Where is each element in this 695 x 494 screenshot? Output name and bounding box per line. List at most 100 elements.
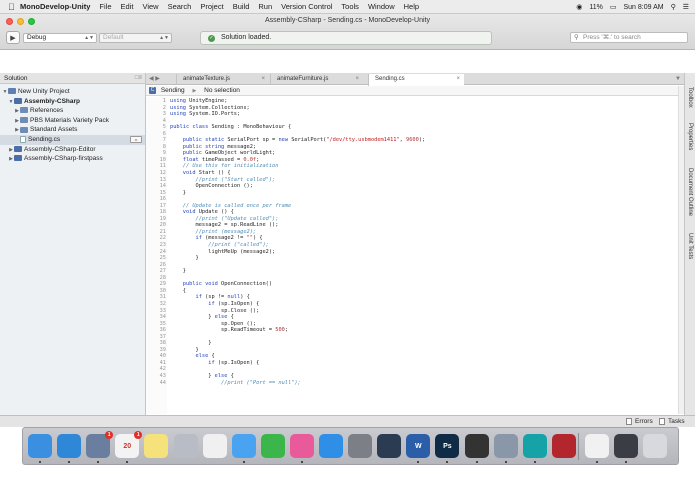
menu-version-control[interactable]: Version Control (281, 2, 332, 11)
notification-badge: 1 (105, 431, 114, 439)
code-line: 44 //print ("Port == null"); (146, 380, 678, 387)
running-indicator (97, 461, 100, 463)
trash-dock-icon[interactable] (643, 434, 668, 458)
arduino-dock-icon[interactable] (522, 434, 547, 458)
tree-item[interactable]: ▶ Assembly-CSharp-Editor (0, 145, 145, 155)
play-icon: ▶ (10, 34, 16, 42)
tree-item[interactable]: Sending.cs •• (0, 134, 145, 145)
running-indicator (68, 461, 71, 463)
unity-dock-icon[interactable] (464, 434, 489, 458)
tab-animate-furniture[interactable]: animateFurniture.js × (270, 74, 363, 85)
spotlight-search-icon[interactable]: ⚲ (671, 3, 676, 11)
tab-navigation-arrows-icon[interactable]: ◀ ▶ (149, 73, 160, 85)
toolbox-pad-tab[interactable]: Toolbox (687, 87, 693, 108)
battery-level[interactable]: 11% (589, 4, 603, 11)
configuration-select[interactable]: Debug ▲▼ (23, 33, 97, 43)
document-outline-pad-tab[interactable]: Document Outline (687, 168, 693, 216)
menu-view[interactable]: View (142, 2, 158, 11)
breadcrumb-member[interactable]: No selection (204, 87, 240, 94)
unit-tests-pad-tab[interactable]: Unit Tests (687, 233, 693, 259)
code-token: else (214, 314, 231, 321)
tree-item[interactable]: ▶ Assembly-CSharp-firstpass (0, 154, 145, 164)
steam-dock-icon[interactable] (377, 434, 402, 458)
menu-window[interactable]: Window (368, 2, 395, 11)
configuration-value: Debug (27, 34, 47, 41)
game-app-dock-icon[interactable] (551, 434, 576, 458)
photoshop-dock-icon[interactable]: Ps (435, 434, 460, 458)
code-token: Sending : MonoBehaviour { (211, 124, 292, 131)
tab-list-icon[interactable]: ▼ (675, 73, 681, 85)
pad-options-icon[interactable]: □≡ (135, 73, 142, 84)
finder-dock-icon[interactable] (28, 434, 52, 458)
app-store-dock-icon[interactable] (319, 434, 343, 458)
properties-pad-tab[interactable]: Properties (687, 123, 693, 150)
menu-build[interactable]: Build (233, 2, 250, 11)
safari-dock-icon[interactable] (57, 434, 82, 458)
menu-tools[interactable]: Tools (341, 2, 359, 11)
activity-monitor-dock-icon[interactable] (614, 434, 638, 458)
tab-sending[interactable]: Sending.cs × (368, 74, 464, 86)
errors-pad-button[interactable]: Errors (626, 416, 653, 427)
running-indicator (625, 461, 627, 463)
monodevelop-dock-icon[interactable] (493, 434, 518, 458)
tree-item[interactable]: ▼ New Unity Project (0, 87, 145, 97)
launchpad-dock-icon[interactable] (173, 434, 198, 458)
tree-item[interactable]: ▶ Standard Assets (0, 125, 145, 135)
itunes-dock-icon[interactable] (289, 434, 314, 458)
system-preferences-dock-icon[interactable] (348, 434, 373, 458)
calendar-dock-icon[interactable]: 20 1 (115, 431, 143, 458)
code-token: sp.Close (); (170, 307, 260, 314)
document-dock-icon[interactable] (584, 434, 609, 458)
photos-dock-icon[interactable] (202, 434, 227, 458)
menu-search[interactable]: Search (168, 2, 192, 11)
clock[interactable]: Sun 8:09 AM (623, 4, 663, 11)
wifi-icon[interactable]: ◉ (576, 3, 582, 11)
battery-icon[interactable]: ▭ (610, 3, 617, 11)
breadcrumb: C Sending ▶ No selection (146, 86, 684, 96)
code-token: } (170, 268, 186, 275)
code-token: ); (418, 137, 426, 144)
code-token: (message2 != (205, 235, 247, 242)
tree-item[interactable]: ▼ Assembly-CSharp (0, 97, 145, 107)
code-token: if (170, 300, 218, 307)
tree-item-label: Assembly-CSharp-Editor (24, 145, 96, 153)
platform-select[interactable]: Default ▲▼ (99, 33, 172, 43)
code-editor[interactable]: 1 using UnityEngine; 2 using System.Collect… (146, 97, 678, 414)
menu-help[interactable]: Help (404, 2, 419, 11)
item-options-icon[interactable]: •• (130, 135, 142, 143)
notification-center-icon[interactable]: ☰ (683, 3, 689, 11)
messages-dock-icon[interactable] (231, 434, 256, 458)
dock-area: 1 20 1 W Ps (0, 427, 695, 494)
menu-project[interactable]: Project (200, 2, 223, 11)
app-menu[interactable]: MonoDevelop-Unity (20, 2, 90, 11)
folder-icon (20, 126, 28, 133)
tree-item[interactable]: ▶ References (0, 106, 145, 116)
search-placeholder: Press '⌘.' to search (583, 34, 641, 41)
notes-dock-icon[interactable] (144, 434, 169, 458)
facetime-dock-icon[interactable] (260, 434, 285, 458)
apple-menu-icon[interactable]:  (8, 2, 20, 12)
menu-edit[interactable]: Edit (121, 2, 134, 11)
status-area: ✓ Solution loaded. (200, 31, 492, 45)
code-token: new (278, 137, 292, 144)
tree-item[interactable]: ▶ PBS Materials Variety Pack (0, 116, 145, 126)
tasks-pad-button[interactable]: Tasks (659, 416, 685, 427)
code-token: (sp.IsOpen) { (217, 300, 260, 307)
preview-dock-icon[interactable]: 1 (86, 431, 114, 458)
close-tab-icon[interactable]: × (355, 74, 359, 85)
menu-file[interactable]: File (99, 2, 111, 11)
code-token: System.Collections; (189, 104, 250, 111)
global-search-input[interactable]: ⚲ Press '⌘.' to search (570, 32, 688, 43)
word-dock-icon[interactable]: W (406, 434, 431, 458)
code-token: if (170, 235, 206, 242)
code-token: public class (170, 124, 212, 131)
close-tab-icon[interactable]: × (456, 74, 460, 85)
breadcrumb-class[interactable]: Sending (161, 87, 185, 94)
menu-run[interactable]: Run (258, 2, 272, 11)
run-button[interactable]: ▶ (6, 31, 20, 44)
solution-pad: Solution □≡ ▼ New Unity Project ▼ Assembly-… (0, 73, 146, 415)
running-indicator (300, 461, 303, 463)
tab-animate-texture[interactable]: animateTexture.js × (176, 74, 269, 85)
code-token: if (170, 294, 206, 301)
close-tab-icon[interactable]: × (261, 74, 265, 85)
